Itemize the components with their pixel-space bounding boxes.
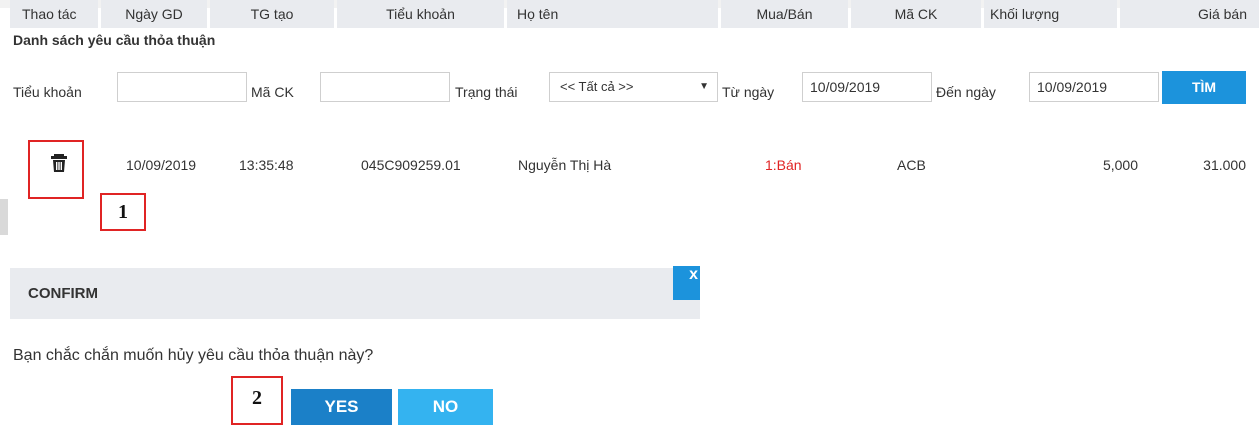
tieu-khoan-label: Tiểu khoản (13, 84, 82, 100)
yes-button[interactable]: YES (291, 389, 392, 425)
trang-thai-selected-value: << Tất cả >> (560, 79, 634, 94)
cell-ma-ck: ACB (897, 157, 926, 173)
left-edge-divider (0, 199, 8, 235)
trang-thai-select[interactable]: << Tất cả >> ▼ (549, 72, 718, 102)
dialog-message: Bạn chắc chắn muốn hủy yêu cầu thỏa thuậ… (13, 347, 374, 364)
trang-thai-label: Trạng thái (455, 84, 518, 100)
th-ngay-gd: Ngày GD (101, 0, 207, 28)
step1-highlight (28, 140, 84, 199)
th-mua-ban: Mua/Bán (721, 0, 848, 28)
cell-khoi-luong: 5,000 (1102, 157, 1138, 173)
step1-badge: 1 (100, 193, 146, 231)
dialog-title: CONFIRM (28, 285, 98, 302)
search-button[interactable]: TÌM (1162, 71, 1246, 104)
close-button[interactable]: x (673, 266, 700, 300)
th-khoi-luong: Khối lượng (984, 0, 1117, 28)
cell-tieu-khoan: 045C909259.01 (361, 157, 461, 173)
ma-ck-label: Mã CK (251, 84, 294, 100)
no-button[interactable]: NO (398, 389, 493, 425)
cell-mua-ban: 1:Bán (765, 157, 802, 173)
ma-ck-input[interactable] (320, 72, 450, 102)
tieu-khoan-input[interactable] (117, 72, 247, 102)
step2-badge: 2 (231, 376, 283, 425)
th-gia-ban: Giá bán (1120, 0, 1259, 28)
section-title: Danh sách yêu cầu thỏa thuận (13, 32, 216, 48)
cell-ngay-gd: 10/09/2019 (126, 157, 197, 173)
th-thao-tac: Thao tác (10, 0, 98, 28)
th-ho-ten: Họ tên (507, 0, 718, 28)
tu-ngay-input[interactable]: 10/09/2019 (802, 72, 932, 102)
th-ma-ck: Mã CK (851, 0, 981, 28)
dialog-header (10, 268, 700, 319)
tu-ngay-label: Từ ngày (722, 84, 775, 100)
cell-ho-ten: Nguyễn Thị Hà (518, 157, 612, 173)
th-tg-tao: TG tạo (210, 0, 334, 28)
den-ngay-label: Đến ngày (936, 84, 996, 100)
cell-gia-ban: 31.000 (1203, 157, 1246, 173)
cell-tg-tao: 13:35:48 (239, 157, 294, 173)
den-ngay-input[interactable]: 10/09/2019 (1029, 72, 1159, 102)
th-tieu-khoan: Tiểu khoản (337, 0, 504, 28)
caret-down-icon: ▼ (699, 81, 709, 92)
